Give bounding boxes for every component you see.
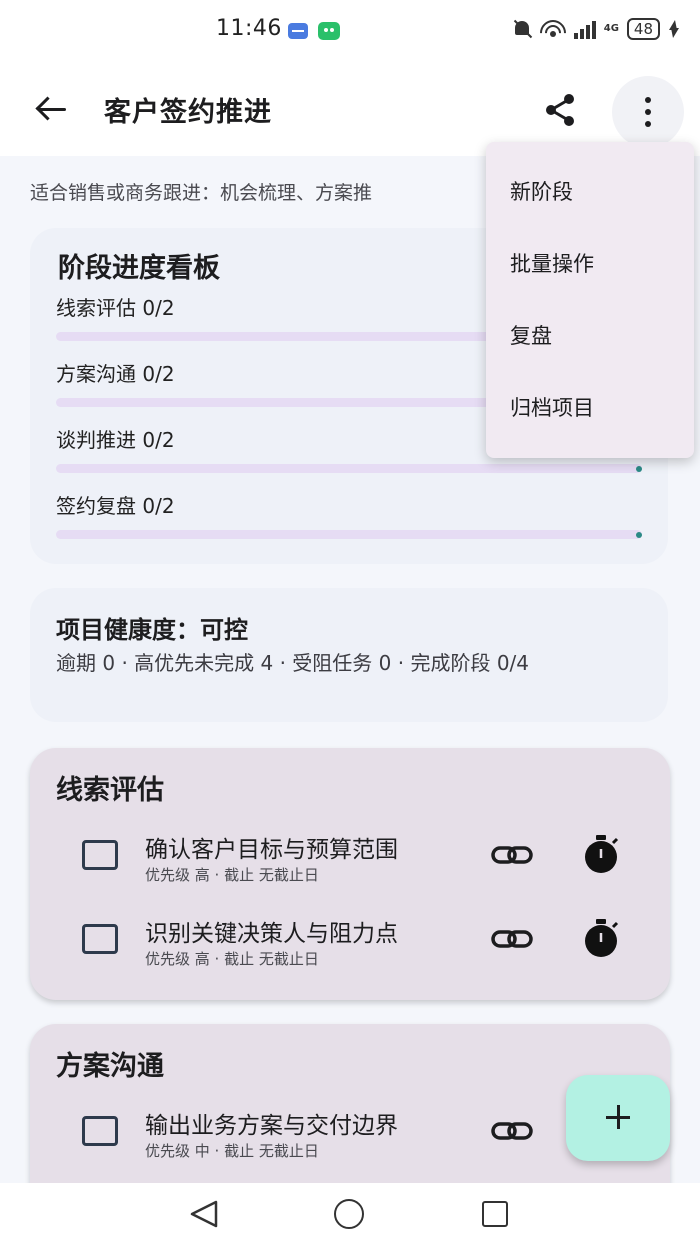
add-task-button[interactable] bbox=[566, 1075, 670, 1161]
progress-end-dot bbox=[636, 532, 642, 538]
network-type: 4G bbox=[603, 23, 619, 34]
nav-recents-icon[interactable] bbox=[482, 1201, 508, 1227]
wechat-icon bbox=[318, 22, 340, 40]
share-icon[interactable] bbox=[536, 86, 584, 134]
section-title: 方案沟通 bbox=[56, 1051, 164, 1082]
menu-item-new-stage[interactable]: 新阶段 bbox=[486, 156, 694, 228]
timer-icon[interactable] bbox=[581, 917, 621, 959]
usb-icon bbox=[288, 23, 308, 39]
menu-item-batch-operation[interactable]: 批量操作 bbox=[486, 228, 694, 300]
task-meta: 优先级 高 · 截止 无截止日 bbox=[145, 866, 319, 884]
progress-end-dot bbox=[636, 466, 642, 472]
stage-progress-bar bbox=[56, 464, 642, 473]
battery-icon: 48 bbox=[626, 18, 660, 40]
status-time: 11:46 bbox=[216, 16, 282, 41]
menu-item-archive-project[interactable]: 归档项目 bbox=[486, 372, 694, 444]
link-icon[interactable] bbox=[490, 840, 534, 870]
task-meta: 优先级 中 · 截止 无截止日 bbox=[145, 1142, 319, 1160]
task-name: 确认客户目标与预算范围 bbox=[145, 837, 398, 863]
signal-icon bbox=[573, 19, 596, 39]
task-checkbox[interactable] bbox=[82, 924, 118, 954]
task-row[interactable]: 确认客户目标与预算范围 优先级 高 · 截止 无截止日 bbox=[30, 830, 670, 910]
task-checkbox[interactable] bbox=[82, 840, 118, 870]
status-bar: 11:46 4G 48 bbox=[0, 0, 700, 64]
health-title: 项目健康度：可控 bbox=[56, 616, 248, 644]
task-name: 识别关键决策人与阻力点 bbox=[145, 921, 398, 947]
stage-label: 签约复盘 0/2 bbox=[56, 494, 175, 518]
task-row[interactable]: 识别关键决策人与阻力点 优先级 高 · 截止 无截止日 bbox=[30, 914, 670, 994]
task-meta: 优先级 高 · 截止 无截止日 bbox=[145, 950, 319, 968]
menu-item-review[interactable]: 复盘 bbox=[486, 300, 694, 372]
wifi-icon bbox=[539, 18, 566, 40]
page-title: 客户签约推进 bbox=[104, 97, 272, 128]
page-subtitle: 适合销售或商务跟进：机会梳理、方案推 bbox=[30, 182, 373, 204]
system-nav-bar bbox=[0, 1183, 700, 1244]
stage-progress-item: 签约复盘 0/2 bbox=[56, 490, 642, 539]
project-health-card: 项目健康度：可控 逾期 0 · 高优先未完成 4 · 受阻任务 0 · 完成阶段… bbox=[30, 588, 668, 722]
bell-muted-icon bbox=[512, 18, 532, 40]
link-icon[interactable] bbox=[490, 1116, 534, 1146]
task-checkbox[interactable] bbox=[82, 1116, 118, 1146]
nav-back-icon[interactable] bbox=[188, 1199, 220, 1229]
stage-progress-bar bbox=[56, 530, 642, 539]
board-title: 阶段进度看板 bbox=[58, 253, 220, 284]
charging-icon bbox=[668, 19, 679, 39]
nav-home-icon[interactable] bbox=[334, 1199, 364, 1229]
back-arrow-icon[interactable] bbox=[28, 86, 76, 134]
section-title: 线索评估 bbox=[56, 775, 164, 806]
health-stats: 逾期 0 · 高优先未完成 4 · 受阻任务 0 · 完成阶段 0/4 bbox=[56, 651, 530, 675]
status-icons: 4G 48 bbox=[512, 18, 679, 40]
more-vert-icon[interactable] bbox=[612, 76, 684, 148]
timer-icon[interactable] bbox=[581, 833, 621, 875]
task-name: 输出业务方案与交付边界 bbox=[145, 1113, 398, 1139]
overflow-menu: 新阶段 批量操作 复盘 归档项目 bbox=[486, 142, 694, 458]
stage-section: 线索评估 确认客户目标与预算范围 优先级 高 · 截止 无截止日 识别关键决策人… bbox=[30, 748, 670, 1000]
share-icon-graphic bbox=[546, 94, 574, 126]
link-icon[interactable] bbox=[490, 924, 534, 954]
screen: 11:46 4G 48 客户签约推进 适合销售或商务跟进：机会梳理、方案推 阶段… bbox=[0, 0, 700, 1244]
